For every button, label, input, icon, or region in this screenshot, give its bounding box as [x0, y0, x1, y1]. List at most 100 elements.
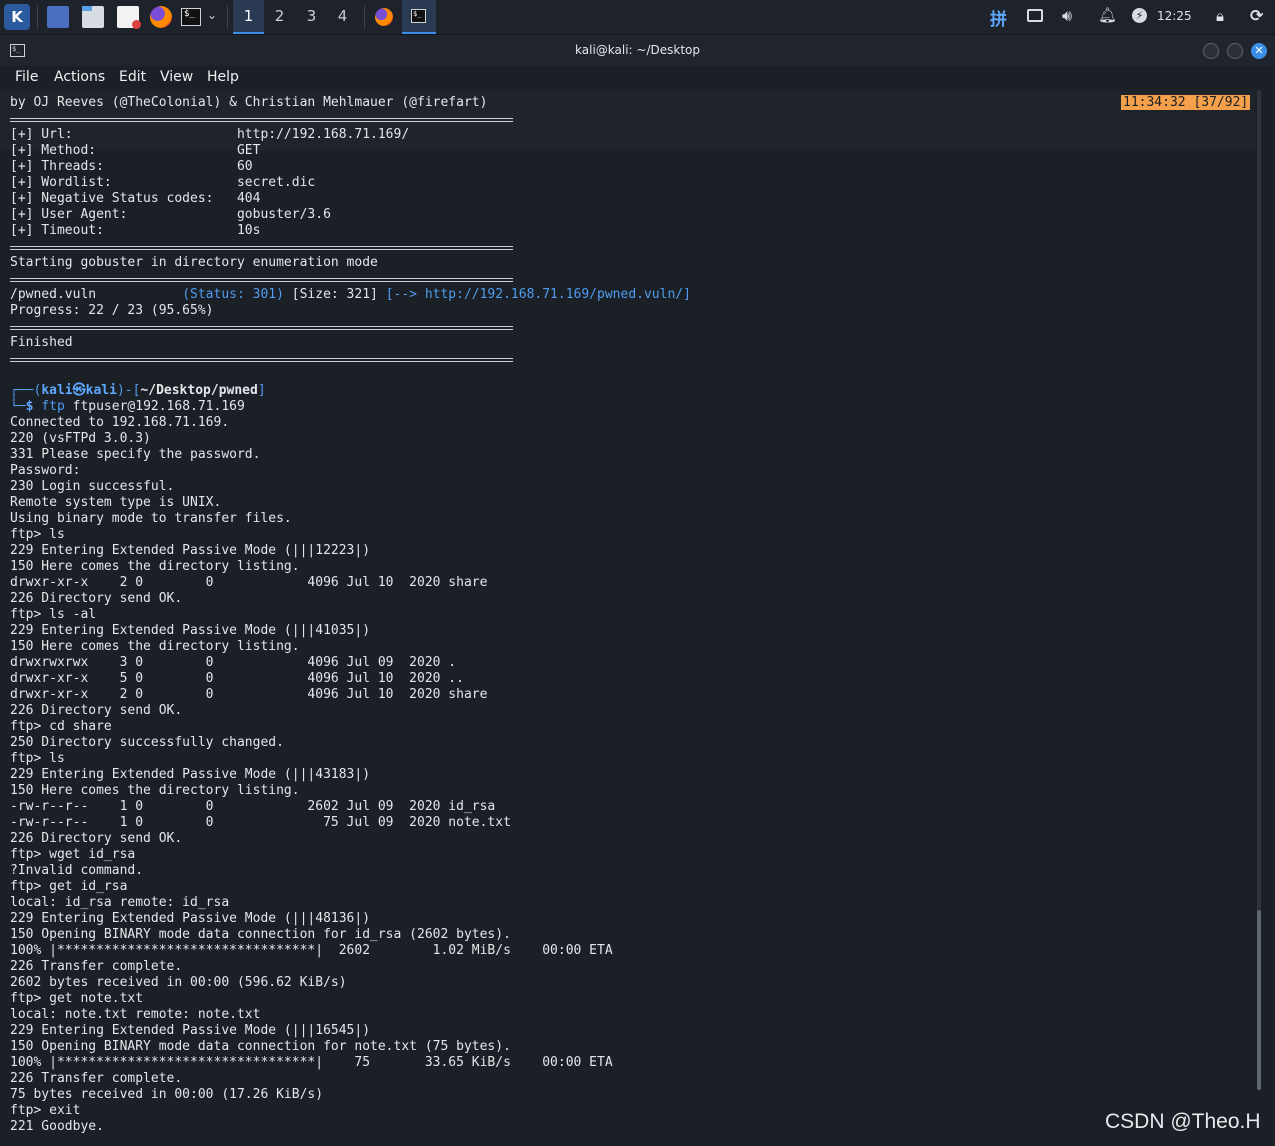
- panel-separator: [227, 5, 228, 29]
- terminal-line: drwxr-xr-x 2 0 0 4096 Jul 10 2020 share: [10, 687, 488, 702]
- terminal-line: 226 Directory send OK.: [10, 591, 183, 606]
- panel-separator: [364, 5, 365, 29]
- network-icon[interactable]: [1027, 9, 1043, 22]
- terminal-line: 100% |*********************************|…: [10, 1055, 613, 1070]
- close-button[interactable]: ✕: [1251, 43, 1267, 59]
- terminal-line: 75 bytes received in 00:00 (17.26 KiB/s): [10, 1087, 324, 1102]
- top-panel: K $_ ⌄ 1 2 3 4 $_ 拼 🔊︎ 🔔︎ ⚡︎ 12:25 🔒︎ ⟳: [0, 0, 1275, 35]
- watermark: CSDN @Theo.H: [1105, 1110, 1261, 1133]
- show-desktop-icon[interactable]: [47, 6, 69, 28]
- terminal-line: ┌──(kali㉿kali)-[~/Desktop/pwned]: [10, 383, 1250, 399]
- workspace-1[interactable]: 1: [233, 0, 264, 34]
- terminal-line: ftp> ls: [10, 527, 65, 542]
- terminal-line: [+] Wordlist: secret.dic: [10, 175, 316, 190]
- terminal-line: [+] Url: http://192.168.71.169/: [10, 127, 410, 142]
- status-badge: 11:34:32 [37/92]: [1121, 95, 1251, 110]
- terminal-segment: )-[: [116, 383, 141, 398]
- terminal-segment: ┌──(: [10, 383, 42, 398]
- terminal-line: ftp> wget id_rsa: [10, 847, 136, 862]
- terminal-line: drwxr-xr-x 5 0 0 4096 Jul 10 2020 ..: [10, 671, 464, 686]
- terminal-line: 221 Goodbye.: [10, 1119, 104, 1134]
- maximize-button[interactable]: [1227, 43, 1243, 59]
- terminal-line: 226 Transfer complete.: [10, 1071, 183, 1086]
- terminal-line: Password:: [10, 463, 89, 478]
- terminal-line: Starting gobuster in directory enumerati…: [10, 255, 378, 270]
- clock[interactable]: 12:25: [1157, 9, 1192, 23]
- terminal-segment: [--> http://192.168.71.169/pwned.vuln/]: [385, 287, 691, 302]
- window-title: kali@kali: ~/Desktop: [575, 43, 700, 57]
- terminal-segment: /pwned.vuln: [10, 287, 183, 302]
- menu-help[interactable]: Help: [207, 69, 239, 85]
- terminal-segment: ]: [257, 383, 266, 398]
- terminal-line: Remote system type is UNIX.: [10, 495, 222, 510]
- terminal-rule: [10, 111, 1250, 127]
- terminal-line: /pwned.vuln (Status: 301) [Size: 321] [-…: [10, 287, 1250, 303]
- menu-file[interactable]: File: [15, 69, 38, 85]
- terminal-line: ftp> ls -al: [10, 607, 97, 622]
- volume-icon[interactable]: 🔊︎: [1062, 6, 1072, 26]
- scrollbar-thumb[interactable]: [1257, 910, 1261, 1090]
- terminal-line: 229 Entering Extended Passive Mode (|||4…: [10, 911, 371, 926]
- terminal-rule: [10, 351, 1250, 367]
- terminal-line: 229 Entering Extended Passive Mode (|||4…: [10, 767, 371, 782]
- terminal-line: 2602 bytes received in 00:00 (596.62 KiB…: [10, 975, 347, 990]
- lock-icon[interactable]: 🔒︎: [1216, 7, 1224, 25]
- terminal-segment: $: [25, 399, 42, 414]
- workspace-2[interactable]: 2: [264, 0, 295, 34]
- terminal-line: ?Invalid command.: [10, 863, 144, 878]
- terminal-line: by OJ Reeves (@TheColonial) & Christian …: [10, 95, 488, 110]
- terminal-segment: (Status: 301): [182, 287, 284, 302]
- terminal-line: [+] User Agent: gobuster/3.6: [10, 207, 331, 222]
- input-method-icon[interactable]: 拼: [990, 5, 1007, 30]
- firefox-task-icon[interactable]: [375, 8, 393, 26]
- menu-bar: File Actions Edit View Help: [0, 66, 1275, 90]
- terminal-line: 226 Directory send OK.: [10, 703, 183, 718]
- power-icon[interactable]: ⚡︎: [1132, 8, 1147, 23]
- terminal-line: 230 Login successful.: [10, 479, 175, 494]
- terminal-line: 250 Directory successfully changed.: [10, 735, 284, 750]
- terminal-line: 331 Please specify the password.: [10, 447, 261, 462]
- workspace-3[interactable]: 3: [296, 0, 327, 34]
- terminal-line: 220 (vsFTPd 3.0.3): [10, 431, 151, 446]
- bell-icon[interactable]: 🔔︎: [1098, 6, 1117, 24]
- firefox-icon[interactable]: [150, 6, 172, 28]
- terminal-line: Finished: [10, 335, 73, 350]
- terminal-line: Progress: 22 / 23 (95.65%): [10, 303, 214, 318]
- terminal-line: -rw-r--r-- 1 0 0 2602 Jul 09 2020 id_rsa: [10, 799, 496, 814]
- terminal-line: 150 Opening BINARY mode data connection …: [10, 1039, 511, 1054]
- terminal-segment: kali㉿kali: [41, 383, 117, 398]
- terminal-output[interactable]: by OJ Reeves (@TheColonial) & Christian …: [10, 95, 1250, 1135]
- chevron-down-icon[interactable]: ⌄: [207, 8, 217, 22]
- window-titlebar[interactable]: $_ kali@kali: ~/Desktop ✕: [0, 35, 1275, 66]
- terminal-line: ftp> ls: [10, 751, 65, 766]
- terminal-segment: └─: [10, 399, 26, 414]
- terminal-view[interactable]: by OJ Reeves (@TheColonial) & Christian …: [0, 90, 1275, 1146]
- terminal-line: Connected to 192.168.71.169.: [10, 415, 230, 430]
- panel-separator: [37, 5, 38, 29]
- terminal-line: drwxr-xr-x 2 0 0 4096 Jul 10 2020 share: [10, 575, 488, 590]
- terminal-line: 229 Entering Extended Passive Mode (|||4…: [10, 623, 371, 638]
- logout-icon[interactable]: ⟳: [1250, 6, 1263, 25]
- menu-actions[interactable]: Actions: [54, 69, 105, 85]
- terminal-segment: [Size: 321]: [283, 287, 386, 302]
- menu-edit[interactable]: Edit: [119, 69, 146, 85]
- terminal-line: [+] Timeout: 10s: [10, 223, 261, 238]
- terminal-line: ftp> exit: [10, 1103, 81, 1118]
- terminal-rule: [10, 239, 1250, 255]
- file-manager-icon[interactable]: [82, 6, 104, 28]
- kali-menu-icon[interactable]: K: [4, 4, 30, 30]
- minimize-button[interactable]: [1203, 43, 1219, 59]
- menu-view[interactable]: View: [160, 69, 193, 85]
- terminal-line: 100% |*********************************|…: [10, 943, 613, 958]
- terminal-line: [+] Threads: 60: [10, 159, 253, 174]
- terminal-launcher-icon[interactable]: $_: [181, 8, 201, 26]
- text-editor-icon[interactable]: [117, 6, 141, 29]
- terminal-line: [+] Negative Status codes: 404: [10, 191, 261, 206]
- terminal-line: └─$ ftp ftpuser@192.168.71.169: [10, 399, 1250, 415]
- terminal-line: 229 Entering Extended Passive Mode (|||1…: [10, 1023, 371, 1038]
- workspace-4[interactable]: 4: [327, 0, 358, 34]
- terminal-line: 226 Transfer complete.: [10, 959, 183, 974]
- terminal-line: 226 Directory send OK.: [10, 831, 183, 846]
- terminal-line: 150 Opening BINARY mode data connection …: [10, 927, 511, 942]
- terminal-task-icon[interactable]: $_: [411, 9, 426, 23]
